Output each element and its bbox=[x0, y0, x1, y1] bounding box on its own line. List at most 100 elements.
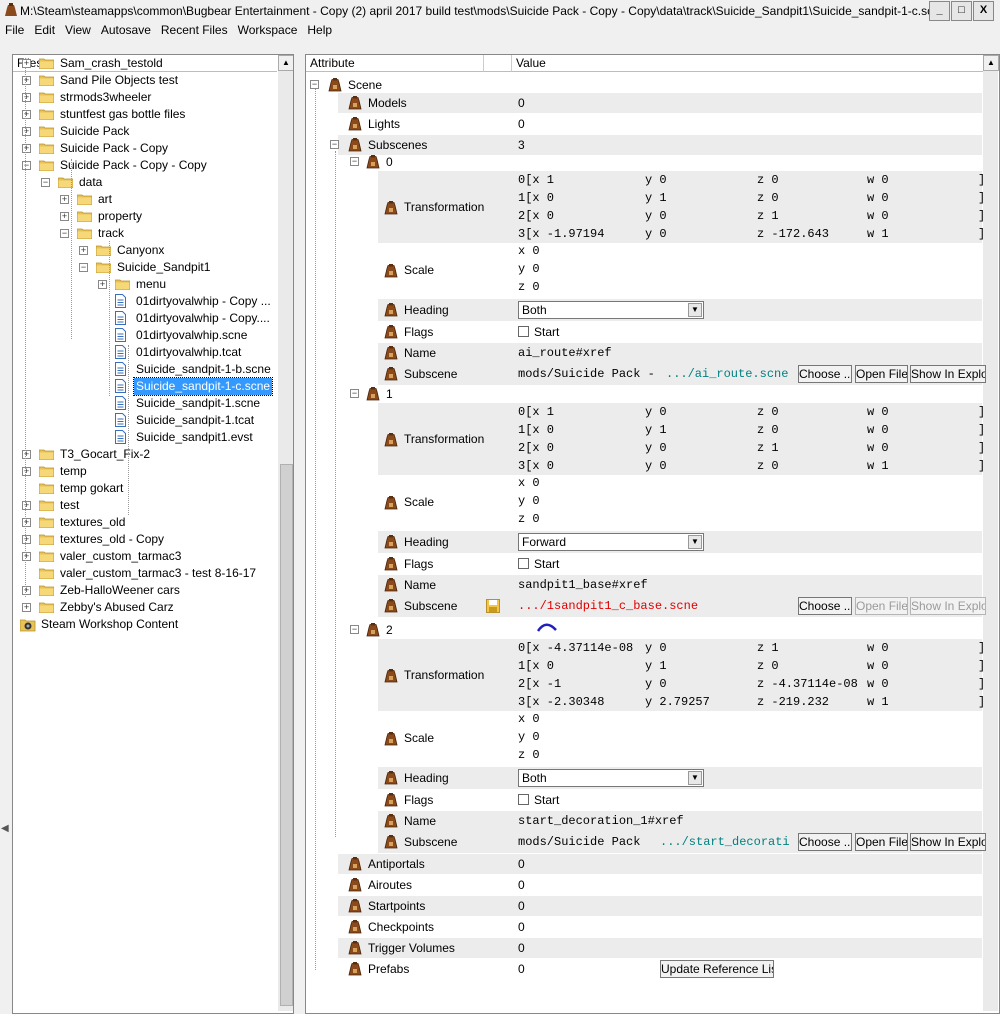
show-in-explorer-button[interactable]: Show In Explor bbox=[910, 597, 986, 615]
folder-tree-item[interactable]: − track bbox=[13, 225, 277, 242]
open-file-button[interactable]: Open File bbox=[855, 365, 908, 383]
heading-dropdown[interactable]: Both ▼ bbox=[518, 301, 704, 319]
menu-file[interactable]: File bbox=[0, 22, 29, 39]
choose-button[interactable]: Choose ... bbox=[798, 597, 852, 615]
menu-edit[interactable]: Edit bbox=[29, 22, 60, 39]
collapse-icon[interactable]: − bbox=[41, 178, 50, 187]
folder-tree-item[interactable]: +Steam Workshop Content bbox=[13, 616, 277, 633]
file-tree-item[interactable]: Suicide_sandpit1.evst bbox=[13, 429, 277, 446]
choose-button[interactable]: Choose ... bbox=[798, 833, 852, 851]
folder-tree-item[interactable]: + Suicide Pack - Copy bbox=[13, 140, 277, 157]
expand-icon[interactable]: + bbox=[22, 603, 31, 612]
expand-icon[interactable]: + bbox=[22, 552, 31, 561]
folder-tree-item[interactable]: + strmods3wheeler bbox=[13, 89, 277, 106]
choose-button[interactable]: Choose ... bbox=[798, 365, 852, 383]
open-file-button[interactable]: Open File bbox=[855, 833, 908, 851]
expand-icon[interactable]: + bbox=[22, 144, 31, 153]
expand-icon[interactable]: + bbox=[22, 501, 31, 510]
expand-icon[interactable]: + bbox=[22, 59, 31, 68]
chevron-down-icon[interactable]: ▼ bbox=[688, 303, 702, 317]
file-tree-item[interactable]: 01dirtyovalwhip - Copy ... bbox=[13, 293, 277, 310]
expand-icon[interactable]: + bbox=[22, 535, 31, 544]
collapse-icon[interactable]: − bbox=[330, 140, 339, 149]
folder-tree-item[interactable]: + Suicide Pack bbox=[13, 123, 277, 140]
attr-scrollbar[interactable] bbox=[983, 71, 998, 1011]
expand-icon[interactable]: + bbox=[22, 127, 31, 136]
matrix-cell: z 0 bbox=[757, 659, 779, 673]
expand-icon[interactable]: + bbox=[22, 93, 31, 102]
folder-tree-item[interactable]: + Zeb-HalloWeener cars bbox=[13, 582, 277, 599]
collapse-icon[interactable]: − bbox=[22, 161, 31, 170]
expand-icon[interactable]: + bbox=[22, 467, 31, 476]
menu-workspace[interactable]: Workspace bbox=[233, 22, 303, 39]
close-button[interactable]: X bbox=[973, 1, 994, 21]
folder-tree-item[interactable]: + stuntfest gas bottle files bbox=[13, 106, 277, 123]
collapse-icon[interactable]: − bbox=[60, 229, 69, 238]
file-tree-item[interactable]: Suicide_sandpit-1-c.scne bbox=[13, 377, 277, 396]
open-file-button[interactable]: Open File bbox=[855, 597, 908, 615]
start-checkbox[interactable] bbox=[518, 558, 529, 569]
folder-tree-item[interactable]: − data bbox=[13, 174, 277, 191]
folder-tree-item[interactable]: − Suicide_Sandpit1 bbox=[13, 259, 277, 276]
expand-icon[interactable]: + bbox=[60, 195, 69, 204]
chevron-down-icon[interactable]: ▼ bbox=[688, 535, 702, 549]
folder-tree-item[interactable]: + Canyonx bbox=[13, 242, 277, 259]
folder-tree-item[interactable]: + textures_old - Copy bbox=[13, 531, 277, 548]
expand-icon[interactable]: + bbox=[22, 518, 31, 527]
folder-tree-item[interactable]: + T3_Gocart_Fix-2 bbox=[13, 446, 277, 463]
folder-tree-item[interactable]: + Sand Pile Objects test bbox=[13, 72, 277, 89]
folder-tree-item[interactable]: + art bbox=[13, 191, 277, 208]
menu-help[interactable]: Help bbox=[302, 22, 337, 39]
folder-tree-item[interactable]: − Suicide Pack - Copy - Copy bbox=[13, 157, 277, 174]
show-in-explorer-button[interactable]: Show In Explor bbox=[910, 833, 986, 851]
tree-item-label: Suicide_Sandpit1 bbox=[117, 260, 211, 274]
minimize-button[interactable]: _ bbox=[929, 1, 950, 21]
expand-icon[interactable]: + bbox=[22, 450, 31, 459]
folder-tree-item[interactable]: + test bbox=[13, 497, 277, 514]
file-tree-item[interactable]: Suicide_sandpit-1-b.scne bbox=[13, 361, 277, 378]
menu-view[interactable]: View bbox=[60, 22, 96, 39]
tree-item-label: Suicide_sandpit-1.tcat bbox=[136, 413, 255, 427]
collapse-icon[interactable]: − bbox=[350, 625, 359, 634]
expand-icon[interactable]: + bbox=[60, 212, 69, 221]
folder-tree-item[interactable]: + valer_custom_tarmac3 bbox=[13, 548, 277, 565]
attr-label: Transformation bbox=[404, 432, 485, 446]
folder-tree-item[interactable]: + menu bbox=[13, 276, 277, 293]
menu-recent-files[interactable]: Recent Files bbox=[156, 22, 233, 39]
collapse-icon[interactable]: − bbox=[350, 389, 359, 398]
menu-autosave[interactable]: Autosave bbox=[96, 22, 156, 39]
folder-tree-item[interactable]: + property bbox=[13, 208, 277, 225]
collapse-icon[interactable]: − bbox=[79, 263, 88, 272]
files-scroll-up[interactable]: ▲ bbox=[278, 55, 293, 71]
update-reference-list-button[interactable]: Update Reference List bbox=[660, 960, 774, 978]
folder-tree-item[interactable]: valer_custom_tarmac3 - test 8-16-17 bbox=[13, 565, 277, 582]
collapse-icon[interactable]: − bbox=[310, 80, 319, 89]
expand-icon[interactable]: + bbox=[22, 586, 31, 595]
folder-tree-item[interactable]: + Sam_crash_testold bbox=[13, 55, 277, 72]
expand-icon[interactable]: + bbox=[22, 110, 31, 119]
maximize-button[interactable]: □ bbox=[951, 1, 972, 21]
expand-icon[interactable]: + bbox=[79, 246, 88, 255]
folder-tree-item[interactable]: + Zebby's Abused Carz bbox=[13, 599, 277, 616]
collapse-arrow-icon[interactable]: ◀ bbox=[1, 823, 9, 834]
chevron-down-icon[interactable]: ▼ bbox=[688, 771, 702, 785]
heading-dropdown[interactable]: Both ▼ bbox=[518, 769, 704, 787]
show-in-explorer-button[interactable]: Show In Explor bbox=[910, 365, 986, 383]
folder-tree-item[interactable]: + textures_old bbox=[13, 514, 277, 531]
start-checkbox[interactable] bbox=[518, 326, 529, 337]
file-tree-item[interactable]: Suicide_sandpit-1.scne bbox=[13, 395, 277, 412]
expand-icon[interactable]: + bbox=[98, 280, 107, 289]
expand-icon[interactable]: + bbox=[22, 76, 31, 85]
file-icon bbox=[115, 345, 126, 359]
start-checkbox[interactable] bbox=[518, 794, 529, 805]
folder-tree-item[interactable]: + temp bbox=[13, 463, 277, 480]
folder-tree-item[interactable]: temp gokart bbox=[13, 480, 277, 497]
attr-scroll-up[interactable]: ▲ bbox=[983, 55, 999, 71]
file-tree-item[interactable]: 01dirtyovalwhip.tcat bbox=[13, 344, 277, 361]
file-tree-item[interactable]: Suicide_sandpit-1.tcat bbox=[13, 412, 277, 429]
file-tree-item[interactable]: 01dirtyovalwhip.scne bbox=[13, 327, 277, 344]
file-tree-item[interactable]: 01dirtyovalwhip - Copy.... bbox=[13, 310, 277, 327]
collapse-icon[interactable]: − bbox=[350, 157, 359, 166]
files-scroll-thumb[interactable] bbox=[280, 464, 293, 1006]
heading-dropdown[interactable]: Forward ▼ bbox=[518, 533, 704, 551]
